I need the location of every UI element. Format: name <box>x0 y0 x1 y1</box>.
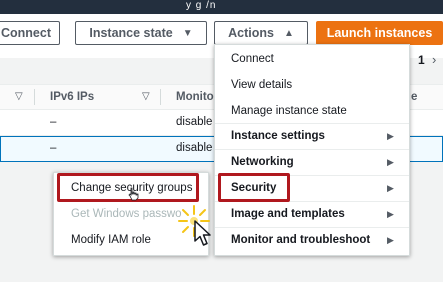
launch-instances-button[interactable]: Launch instances <box>316 21 443 45</box>
caret-down-icon: ▼ <box>182 27 193 39</box>
top-navigation-bar: y g /n <box>0 0 443 14</box>
cell-ipv6: – <box>50 142 57 154</box>
submenu-arrow-icon: ▶ <box>387 183 394 193</box>
launch-instances-button-label: Launch instances <box>326 26 433 40</box>
menu-item-modify-iam-role[interactable]: Modify IAM role <box>71 234 151 246</box>
connect-button[interactable]: Connect <box>0 21 60 45</box>
filter-triangle-icon[interactable]: ▽ <box>15 91 23 102</box>
caret-up-icon: ▲ <box>283 27 294 39</box>
menu-item-get-windows-password: Get Windows passwo <box>71 208 182 220</box>
instance-state-button-label: Instance state <box>89 26 173 40</box>
menu-divider <box>215 227 409 228</box>
cell-monitoring: disable <box>176 142 213 154</box>
submenu-arrow-icon: ▶ <box>387 209 394 219</box>
column-divider[interactable] <box>34 89 35 105</box>
menu-item-connect[interactable]: Connect <box>231 53 274 65</box>
actions-button[interactable]: Actions ▲ <box>214 21 308 45</box>
hand-cursor-icon <box>128 187 139 201</box>
security-highlight-box <box>218 173 290 202</box>
menu-item-view-details[interactable]: View details <box>231 79 292 91</box>
column-header-partial[interactable]: e <box>411 91 417 103</box>
column-header-monitoring[interactable]: Monito <box>176 91 214 103</box>
menu-item-manage-instance-state[interactable]: Manage instance state <box>231 105 347 117</box>
instance-state-button[interactable]: Instance state ▼ <box>75 21 207 45</box>
pointer-cursor-icon <box>194 220 211 246</box>
cell-monitoring: disable <box>176 116 213 128</box>
menu-item-networking[interactable]: Networking <box>231 156 294 168</box>
column-header-ipv6[interactable]: IPv6 IPs <box>50 91 94 103</box>
pagination-current-page[interactable]: 1 <box>418 53 425 67</box>
submenu-arrow-icon: ▶ <box>387 235 394 245</box>
column-divider[interactable] <box>160 89 161 105</box>
actions-button-label: Actions <box>228 26 274 40</box>
pagination-next-icon[interactable]: › <box>432 52 436 67</box>
submenu-arrow-icon: ▶ <box>387 157 394 167</box>
menu-divider <box>215 149 409 150</box>
menu-divider <box>215 123 409 124</box>
cell-ipv6: – <box>50 116 57 128</box>
connect-button-label: Connect <box>1 26 51 40</box>
submenu-arrow-icon: ▶ <box>387 131 394 141</box>
topbar-text-fragment: y g /n <box>186 0 217 11</box>
menu-item-instance-settings[interactable]: Instance settings <box>231 130 325 142</box>
filter-triangle-icon[interactable]: ▽ <box>142 91 150 102</box>
menu-item-monitor-and-troubleshoot[interactable]: Monitor and troubleshoot <box>231 234 370 246</box>
menu-item-image-and-templates[interactable]: Image and templates <box>231 208 345 220</box>
actions-dropdown-menu: Connect View details Manage instance sta… <box>214 44 410 256</box>
